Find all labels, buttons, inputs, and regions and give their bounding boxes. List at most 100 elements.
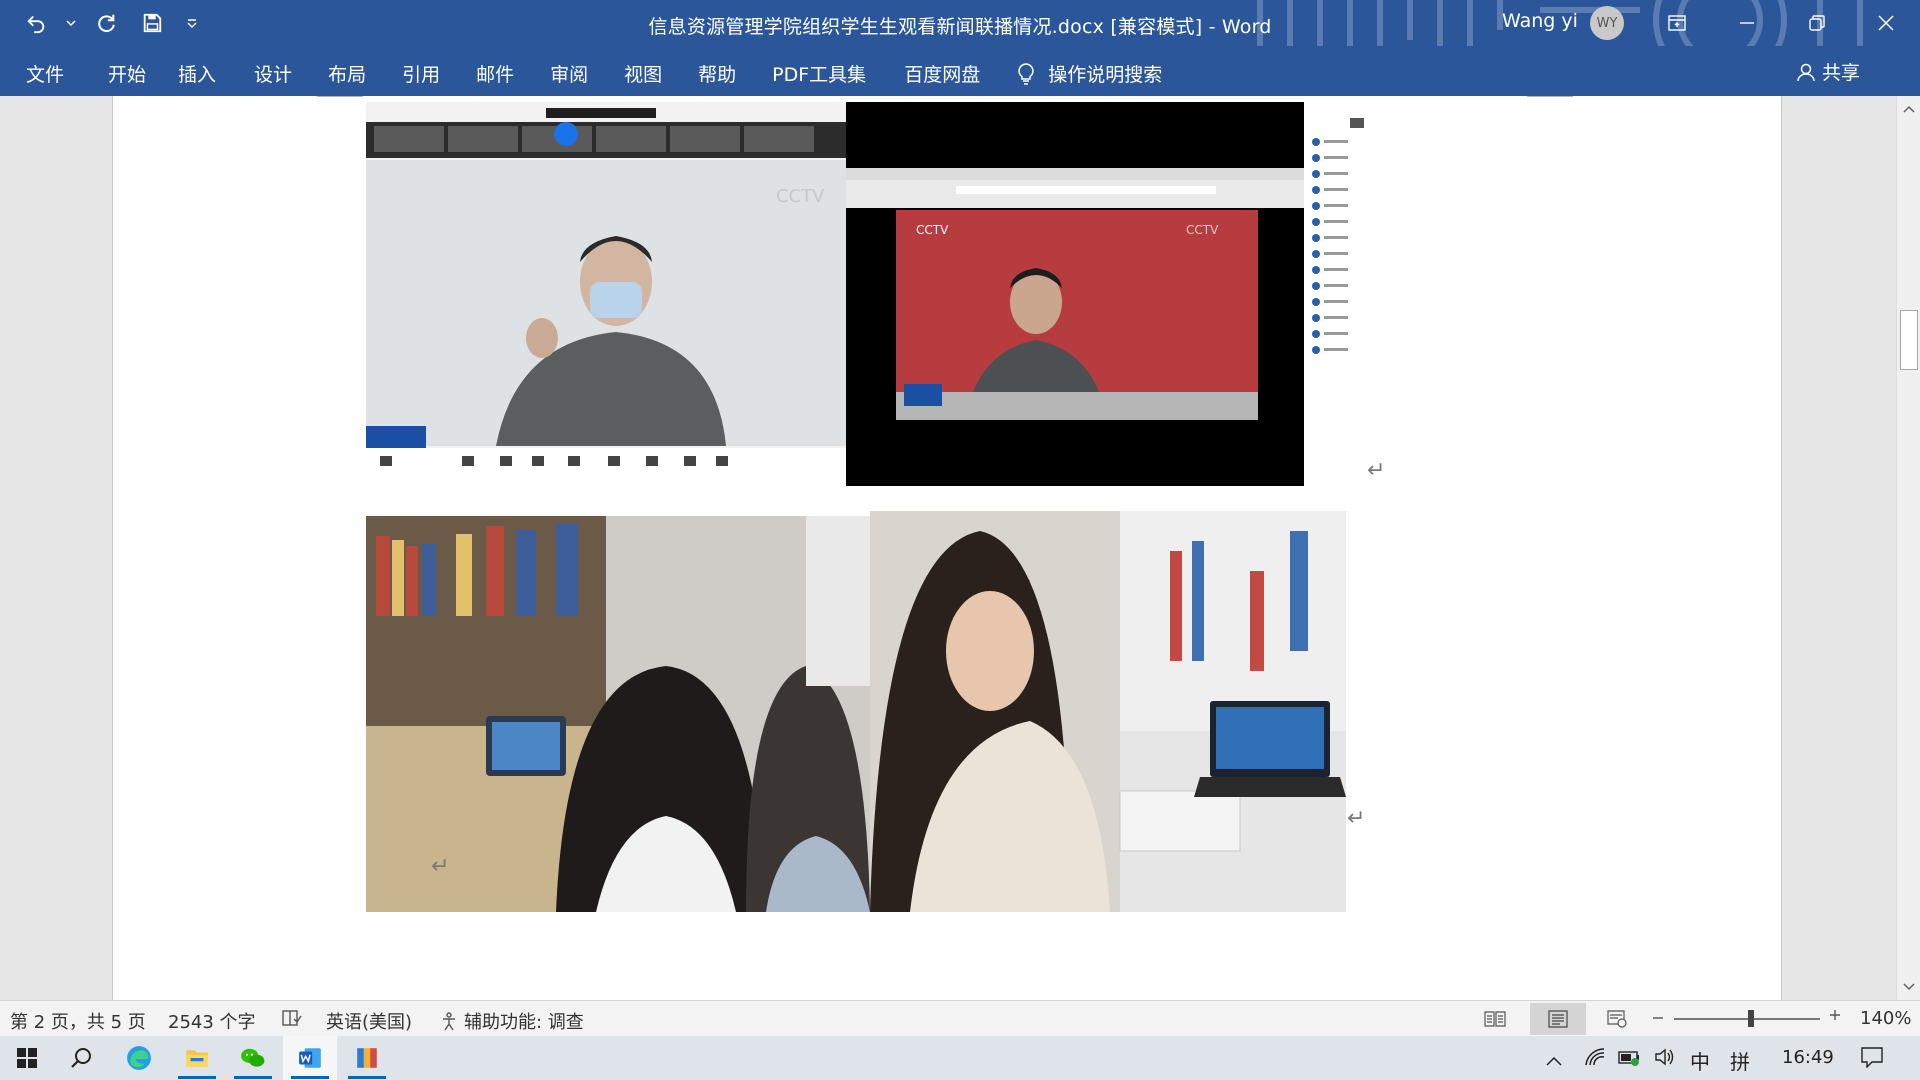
file-explorer-button[interactable] [170,1036,224,1080]
tab-baidu-netdisk[interactable]: 百度网盘 [866,60,980,87]
cctv-meeting-screenshot[interactable]: CCTV [366,102,850,486]
edge-button[interactable] [112,1036,166,1080]
language-indicator[interactable]: 英语(美国) [326,1008,412,1034]
print-layout-button[interactable] [1530,1003,1586,1035]
file-explorer-icon [186,1050,208,1067]
scroll-down-button[interactable] [1897,976,1920,998]
zoom-in-button[interactable] [1829,1005,1841,1026]
search-icon [71,1048,91,1068]
tab-design[interactable]: 设计 [216,60,292,87]
tab-home[interactable]: 开始 [64,60,146,87]
accessibility-icon [443,1012,455,1031]
person-icon [1797,63,1815,81]
document-area[interactable]: CCTV CCTV CCTV ↵ ↵ ↵ [0,96,1896,1000]
close-button[interactable] [1857,0,1915,46]
word-icon [299,1048,321,1068]
ime-mode[interactable]: 拼 [1730,1046,1750,1075]
meeting-screenshot-graphic: CCTV [366,102,850,486]
tab-layout[interactable]: 布局 [292,60,366,87]
network-button[interactable] [1584,1047,1606,1072]
tab-pdf-tools[interactable]: PDF工具集 [736,60,866,87]
clock[interactable]: 16:49 [1782,1047,1834,1068]
notification-icon [1861,1047,1883,1069]
tell-me-search[interactable]: 操作说明搜索 [980,60,1162,87]
tab-insert[interactable]: 插入 [146,60,216,87]
page-count[interactable]: 第 2 页，共 5 页 [10,1008,146,1034]
share-label: 共享 [1821,62,1860,84]
web-layout-icon [1607,1010,1627,1028]
web-layout-button[interactable] [1594,1003,1640,1035]
tab-help[interactable]: 帮助 [662,60,736,87]
avatar[interactable]: WY [1590,6,1624,40]
scroll-thumb[interactable] [1900,310,1918,370]
photo-student-laptop-graphic [870,511,1346,912]
volume-button[interactable] [1654,1047,1676,1072]
start-button[interactable] [0,1036,54,1080]
archive-icon [357,1048,377,1068]
restore-button[interactable] [1788,0,1846,46]
zoom-slider-track[interactable] [1674,1018,1820,1020]
paragraph-mark: ↵ [1347,806,1366,831]
ime-language[interactable]: 中 [1690,1046,1710,1075]
ribbon: 文件 开始 插入 设计 布局 引用 邮件 审阅 视图 帮助 PDF工具集 百度网… [0,46,1920,96]
show-hidden-icons-button[interactable] [1546,1050,1562,1071]
read-mode-button[interactable] [1472,1003,1518,1035]
edge-icon [127,1046,151,1070]
tab-view[interactable]: 视图 [588,60,662,87]
share-button[interactable]: 共享 [1796,58,1860,85]
document-title: 信息资源管理学院组织学生生观看新闻联播情况.docx [兼容模式] - Word [648,16,1272,38]
archive-button[interactable] [340,1036,394,1080]
lightbulb-icon [1018,62,1034,85]
tab-review[interactable]: 审阅 [514,60,588,87]
restore-icon [1809,15,1825,31]
vertical-scrollbar[interactable] [1896,96,1920,1000]
word-count[interactable]: 2543 个字 [168,1008,256,1034]
plus-icon [1830,1010,1840,1020]
speaker-icon [1655,1048,1674,1066]
taskbar-search-button[interactable] [54,1036,108,1080]
proofing-icon[interactable] [282,1009,302,1032]
cctv-browser-screenshot[interactable]: CCTV CCTV [846,102,1366,486]
tell-me-label: 操作说明搜索 [1048,64,1163,86]
margin-corner-left [317,96,363,97]
battery-icon [1618,1051,1639,1066]
tab-mailings[interactable]: 邮件 [440,60,514,87]
wechat-button[interactable] [226,1036,280,1080]
chevron-up-icon [1546,1056,1562,1066]
svg-text:CCTV: CCTV [916,223,949,237]
student-watching-laptop-photo[interactable] [870,511,1346,912]
notification-button[interactable] [1860,1046,1884,1073]
windows-start-icon [17,1048,37,1068]
title-bar: 信息资源管理学院组织学生生观看新闻联播情况.docx [兼容模式] - Word… [0,0,1920,90]
paragraph-mark: ↵ [1367,458,1386,483]
minimize-button[interactable] [1718,0,1776,46]
photo-students-tablet-graphic [366,516,870,912]
print-layout-icon [1548,1010,1568,1028]
students-watching-tablet-photo[interactable] [366,516,870,912]
scroll-up-button[interactable] [1897,98,1920,120]
minus-icon [1653,1017,1663,1019]
browser-screenshot-graphic: CCTV CCTV [846,102,1366,486]
chevron-up-icon [1903,105,1915,113]
tab-references[interactable]: 引用 [366,60,440,87]
tab-file[interactable]: 文件 [0,60,64,87]
zoom-level[interactable]: 140% [1860,1008,1911,1029]
paragraph-mark: ↵ [431,854,450,879]
battery-button[interactable] [1618,1047,1642,1072]
wechat-icon [241,1048,265,1067]
read-mode-icon [1484,1011,1506,1027]
word-taskbar-button[interactable] [283,1036,337,1080]
chevron-down-icon [1903,983,1915,991]
status-bar: 第 2 页，共 5 页 2543 个字 英语(美国) 辅助功能: 调查 140% [0,1000,1920,1036]
accessibility-checker[interactable]: 辅助功能: 调查 [440,1008,584,1034]
zoom-out-button[interactable] [1652,1005,1664,1029]
ribbon-tabs: 文件 开始 插入 设计 布局 引用 邮件 审阅 视图 帮助 PDF工具集 百度网… [0,60,1162,87]
svg-text:CCTV: CCTV [1186,223,1219,237]
document-page[interactable]: CCTV CCTV CCTV ↵ ↵ ↵ [112,96,1782,1000]
user-name[interactable]: Wang yi [1502,10,1578,32]
zoom-slider-thumb[interactable] [1748,1010,1754,1027]
windows-taskbar: 中 拼 16:49 [0,1036,1920,1080]
word-window: 信息资源管理学院组织学生生观看新闻联播情况.docx [兼容模式] - Word… [0,0,1920,1080]
ribbon-display-button[interactable] [1648,0,1706,46]
minimize-icon [1740,22,1754,24]
